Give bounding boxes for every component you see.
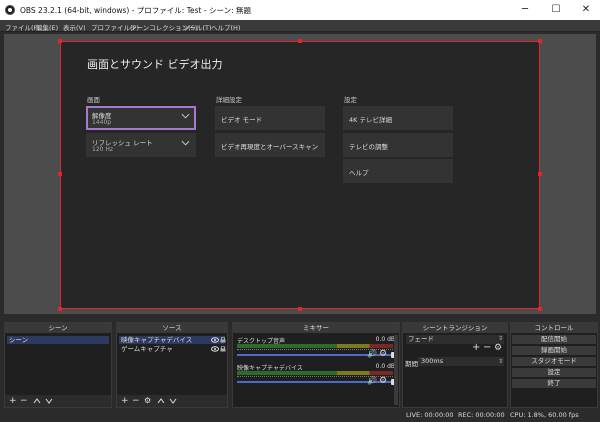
resize-handle[interactable] [538, 307, 542, 311]
section-label-screen: 画面 [87, 96, 100, 104]
window-title: OBS 23.2.1 (64-bit, windows) - プロファイル: T… [20, 6, 251, 15]
tile-title: ビデオ モード [221, 116, 263, 124]
tile-resolution: 解像度 1440p [86, 106, 196, 130]
menu-tools[interactable]: ツール(T) [183, 22, 212, 32]
resize-handle[interactable] [538, 39, 542, 43]
dock-title: シーン [5, 323, 111, 333]
close-button[interactable]: ✕ [571, 0, 600, 20]
live-time: LIVE: 00:00:00 [406, 411, 454, 419]
mixer-channel-db: 0.0 dB [375, 336, 395, 343]
section-label-advanced: 詳細設定 [216, 96, 242, 104]
menu-bar: ファイル(F) 編集(E) 表示(V) プロファイル(P) シーンコレクション(… [0, 20, 600, 32]
menu-view[interactable]: 表示(V) [63, 22, 86, 32]
resize-handle[interactable] [58, 307, 62, 311]
tile-refresh-rate: リフレッシュ レート 120 Hz [86, 133, 196, 157]
tile-title: ヘルプ [349, 169, 369, 177]
gear-icon[interactable]: ⚙ [379, 349, 387, 359]
gear-icon[interactable]: ⚙ [494, 343, 502, 353]
studio-mode-button[interactable]: スタジオモード [512, 357, 596, 366]
lock-icon[interactable] [220, 346, 226, 352]
source-name: 映像キャプチャデバイス [121, 336, 193, 344]
gear-icon[interactable]: ⚙ [379, 376, 387, 386]
exit-button[interactable]: 終了 [512, 379, 596, 388]
dock-title: コントロール [511, 323, 597, 333]
add-scene-button[interactable]: + [9, 395, 17, 407]
rec-time: REC: 00:00:00 [458, 411, 505, 419]
tile-title: テレビの調整 [349, 143, 388, 151]
sources-dock: ソース 映像キャプチャデバイス ゲームキャプチャ + − ⚙ [116, 322, 228, 408]
resize-handle[interactable] [58, 39, 62, 43]
resize-handle[interactable] [298, 39, 302, 43]
tile-title: ビデオ再現度とオーバースキャン [221, 143, 319, 151]
page-heading: 画面とサウンド ビデオ出力 [87, 58, 223, 71]
obs-logo-icon [5, 5, 15, 15]
speaker-icon[interactable]: 🔊 [367, 376, 377, 385]
remove-scene-button[interactable]: − [20, 395, 28, 407]
resize-handle[interactable] [298, 307, 302, 311]
resize-handle[interactable] [538, 172, 542, 176]
tile-video-mode: ビデオ モード [215, 106, 325, 130]
eye-icon[interactable] [211, 337, 219, 343]
tile-help: ヘルプ [343, 159, 453, 183]
gear-icon[interactable]: ⚙ [144, 395, 151, 407]
settings-button[interactable]: 設定 [512, 368, 596, 377]
dock-title: ソース [117, 323, 227, 333]
menu-help[interactable]: ヘルプ(H) [211, 22, 240, 32]
dock-title: ミキサー [233, 323, 399, 333]
remove-source-button[interactable]: − [132, 395, 140, 407]
dock-title: シーントランジション [403, 323, 507, 333]
mixer-channel-db: 0.0 dB [375, 363, 395, 370]
source-list-item[interactable]: 映像キャプチャデバイス [119, 336, 225, 344]
scene-list-item[interactable]: シーン [7, 336, 109, 344]
move-up-icon[interactable] [157, 398, 165, 404]
audio-meter [237, 344, 393, 348]
move-down-icon[interactable] [45, 398, 53, 404]
source-preview-selected[interactable] [60, 41, 540, 309]
speaker-icon[interactable]: 🔊 [367, 349, 377, 358]
start-streaming-button[interactable]: 配信開始 [512, 335, 596, 344]
audio-meter [237, 371, 393, 375]
chevron-down-icon [181, 113, 190, 119]
status-bar: LIVE: 00:00:00 REC: 00:00:00 CPU: 1.8%, … [0, 408, 600, 422]
source-list-item[interactable]: ゲームキャプチャ [119, 345, 225, 353]
scenes-toolbar: + − [5, 395, 111, 407]
add-transition-button[interactable]: + [472, 342, 480, 353]
tile-4k-tv: 4K テレビ詳細 [343, 106, 453, 130]
eye-icon[interactable] [211, 346, 219, 352]
mixer-scrollbar[interactable] [394, 335, 398, 405]
chevron-up-down-icon: ⇕ [498, 335, 504, 342]
title-bar: OBS 23.2.1 (64-bit, windows) - プロファイル: T… [0, 0, 600, 20]
tile-tv-calibration: テレビの調整 [343, 133, 453, 157]
tile-overscan: ビデオ再現度とオーバースキャン [215, 133, 325, 157]
resize-handle[interactable] [58, 172, 62, 176]
start-recording-button[interactable]: 録画開始 [512, 346, 596, 355]
scenes-dock: シーン シーン + − [4, 322, 112, 408]
tile-subtitle: 1440p [92, 119, 112, 126]
duration-input[interactable]: 300ms [418, 357, 504, 366]
move-up-icon[interactable] [33, 398, 41, 404]
move-down-icon[interactable] [169, 398, 177, 404]
minimize-button[interactable]: ─ [510, 0, 540, 20]
tile-title: 4K テレビ詳細 [349, 116, 392, 124]
cpu-fps: CPU: 1.8%, 60.00 fps [510, 411, 579, 419]
spinner-icon[interactable]: ⇕ [498, 358, 503, 365]
chevron-down-icon [181, 140, 190, 146]
mixer-dock: ミキサー デスクトップ音声 0.0 dB 🔊 ⚙ 映像キャプチャデバイス 0.0… [232, 322, 400, 408]
menu-edit[interactable]: 編集(E) [36, 22, 58, 32]
sources-toolbar: + − ⚙ [117, 395, 227, 407]
section-label-settings: 設定 [344, 96, 357, 104]
menu-file[interactable]: ファイル(F) [5, 22, 40, 32]
maximize-button[interactable]: ☐ [541, 0, 571, 20]
lock-icon[interactable] [220, 337, 226, 343]
add-source-button[interactable]: + [121, 395, 129, 407]
source-name: ゲームキャプチャ [121, 345, 173, 353]
tile-subtitle: 120 Hz [92, 146, 114, 153]
duration-label: 期間 [405, 360, 418, 368]
remove-transition-button[interactable]: − [483, 342, 491, 353]
